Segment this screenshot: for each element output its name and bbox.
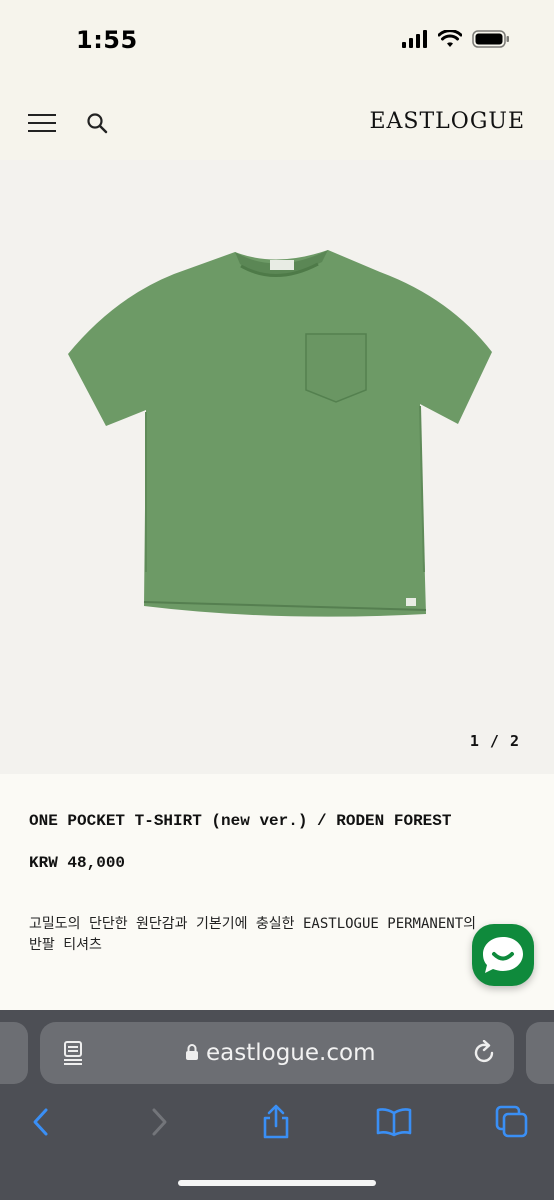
share-button[interactable] [258,1104,294,1140]
tabs-button[interactable] [494,1104,530,1140]
brand-logo[interactable]: EASTLOGUE [369,109,525,134]
product-description: 고밀도의 단단한 원단감과 기본기에 충실한 EASTLOGUE PERMANE… [29,914,525,956]
bookmarks-icon [376,1108,412,1137]
product-image[interactable] [60,242,496,622]
battery-icon [472,30,509,48]
tabs-icon [495,1105,528,1138]
status-bar: 1:55 [0,0,554,84]
chat-icon [483,937,523,973]
lock-icon [186,1044,198,1060]
gallery-counter: 1 / 2 [469,732,520,750]
back-button[interactable] [22,1104,58,1140]
menu-icon[interactable] [28,114,56,132]
next-tab-preview[interactable] [526,1022,554,1084]
status-time: 1:55 [76,26,138,54]
signal-icon [402,30,427,48]
status-icons [402,30,510,48]
previous-tab-preview[interactable] [0,1022,28,1084]
url-text[interactable]: eastlogue.com [206,1040,375,1066]
description-line: 반팔 티셔츠 [29,937,102,953]
back-icon [33,1108,48,1136]
forward-button[interactable] [142,1104,178,1140]
product-gallery[interactable]: 1 / 2 [0,160,554,774]
home-indicator [178,1180,376,1186]
reload-icon[interactable] [471,1040,497,1066]
share-icon [263,1104,289,1139]
chat-button[interactable] [472,924,534,986]
forward-icon [152,1108,167,1136]
wifi-icon [438,30,462,47]
search-icon[interactable] [86,112,108,134]
reader-icon[interactable] [62,1040,86,1066]
description-line: 고밀도의 단단한 원단감과 기본기에 충실한 EASTLOGUE PERMANE… [29,916,477,932]
product-price: KRW 48,000 [29,854,126,872]
product-title: ONE POCKET T-SHIRT (new ver.) / RODEN FO… [29,812,452,830]
bookmarks-button[interactable] [376,1104,412,1140]
product-info: ONE POCKET T-SHIRT (new ver.) / RODEN FO… [0,774,554,1010]
